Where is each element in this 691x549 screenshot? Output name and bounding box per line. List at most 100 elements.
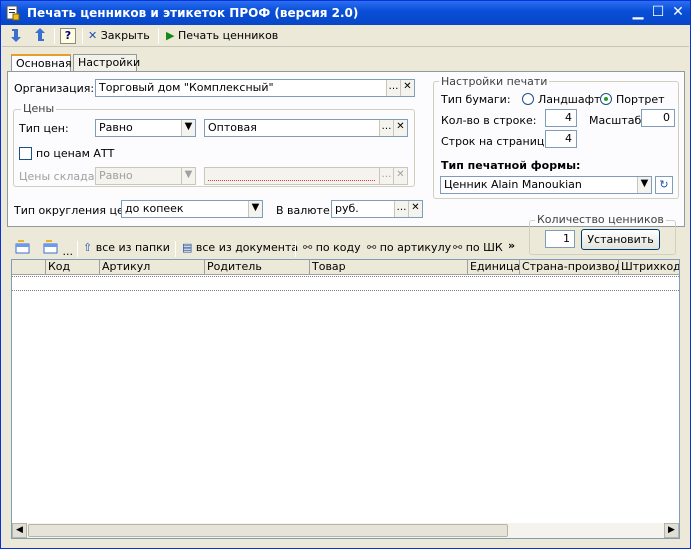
rounding-value: до копеек: [125, 202, 184, 215]
main-toolbar: ? ✕ Закрыть ▶ Печать ценников: [2, 25, 689, 47]
print-button[interactable]: ▶ Печать ценников: [166, 27, 278, 45]
table-icon: [43, 240, 58, 254]
chevron-down-icon[interactable]: ▼: [248, 201, 262, 217]
toolbar-separator: [54, 28, 55, 44]
binoculars-icon: ⚯: [453, 241, 463, 254]
close-button[interactable]: ✕ Закрыть: [88, 27, 150, 45]
table-row[interactable]: [12, 276, 679, 291]
find-by-article-label: по артикулу: [379, 241, 452, 254]
main-window: Печать ценников и этикеток ПРОФ (версия …: [0, 0, 691, 549]
chevron-down-icon[interactable]: ▼: [181, 168, 195, 184]
window-title: Печать ценников и этикеток ПРОФ (версия …: [27, 6, 359, 20]
print-label: Печать ценников: [177, 29, 279, 42]
chevron-down-icon[interactable]: ▼: [637, 177, 651, 193]
table-header: Код Артикул Родитель Товар Единица Стран…: [12, 260, 679, 275]
toolbar-separator: [77, 241, 78, 257]
column-header[interactable]: Штрихкод: [619, 260, 679, 275]
org-clear-icon[interactable]: ✕: [400, 80, 414, 96]
portrait-label: Портрет: [616, 93, 665, 106]
find-by-article-button[interactable]: ⚯ по артикулу: [367, 239, 451, 257]
all-from-folder-button[interactable]: ⇧ все из папки: [83, 239, 170, 257]
toolbar-separator: [158, 28, 159, 44]
close-icon: ✕: [88, 29, 98, 42]
app-icon: [6, 5, 20, 21]
column-header[interactable]: Страна-производ...: [520, 260, 619, 275]
scroll-right-icon[interactable]: ▶: [664, 523, 679, 538]
row-marker-column[interactable]: [12, 260, 46, 275]
set-quantity-button[interactable]: Установить: [581, 229, 660, 250]
landscape-radio[interactable]: [522, 93, 534, 105]
document-icon: ▤: [182, 241, 193, 254]
portrait-radio[interactable]: [600, 93, 612, 105]
warehouse-price-label: Цены склада:: [19, 170, 99, 183]
column-header[interactable]: Код: [46, 260, 100, 275]
close-window-button[interactable]: ✕: [669, 4, 687, 21]
rows-per-page-input[interactable]: 4: [545, 130, 577, 148]
arrow-down-icon[interactable]: [8, 27, 24, 45]
scale-input[interactable]: 0: [641, 109, 675, 127]
find-by-code-label: по коду: [315, 241, 361, 254]
prices-group-title: Цены: [21, 102, 57, 115]
print-settings-title: Настройки печати: [439, 75, 550, 88]
price-type-select-button[interactable]: …: [379, 120, 393, 136]
scale-label: Масштаб:: [589, 114, 645, 127]
column-header[interactable]: Единица: [468, 260, 520, 275]
print-form-label: Тип печатной формы:: [441, 159, 581, 172]
refresh-icon[interactable]: ↻: [655, 176, 673, 194]
overflow-chevron-icon[interactable]: »: [508, 237, 515, 255]
print-form-select[interactable]: Ценник Alain Manoukian ▼: [440, 176, 652, 194]
add-rows-button[interactable]: ...: [43, 239, 74, 258]
column-header[interactable]: Артикул: [100, 260, 205, 275]
currency-select-button[interactable]: …: [394, 201, 408, 217]
price-type-value: Равно: [99, 121, 133, 134]
rows-per-page-label: Строк на странице:: [441, 135, 555, 148]
per-row-input[interactable]: 4: [545, 109, 577, 127]
org-value: Торговый дом "Комплексный": [99, 81, 274, 94]
add-row-icon[interactable]: [15, 239, 31, 257]
tab-settings[interactable]: Настройки: [73, 54, 140, 72]
org-select-button[interactable]: …: [386, 80, 400, 96]
org-label: Организация:: [14, 82, 95, 95]
close-label: Закрыть: [100, 29, 150, 42]
price-type-ref-field[interactable]: Оптовая … ✕: [204, 119, 408, 137]
paper-type-label: Тип бумаги:: [441, 93, 511, 106]
warehouse-clear-icon[interactable]: ✕: [393, 168, 407, 184]
more-label: ...: [62, 245, 74, 258]
price-type-clear-icon[interactable]: ✕: [393, 120, 407, 136]
rounding-label: Тип округления цен:: [14, 204, 135, 217]
warehouse-price-ref-field[interactable]: … ✕: [204, 167, 408, 185]
arrow-up-icon[interactable]: [32, 27, 48, 45]
find-by-code-button[interactable]: ⚯ по коду: [303, 239, 361, 257]
all-from-document-button[interactable]: ▤ все из документа: [182, 239, 298, 257]
att-checkbox[interactable]: [19, 147, 32, 160]
landscape-label: Ландшафт: [538, 93, 601, 106]
quantity-input[interactable]: 1: [545, 230, 575, 248]
chevron-down-icon[interactable]: ▼: [181, 120, 195, 136]
price-type-select[interactable]: Равно ▼: [95, 119, 196, 137]
find-by-barcode-button[interactable]: ⚯ по ШК: [453, 239, 503, 257]
currency-value: руб.: [335, 202, 359, 215]
play-icon: ▶: [166, 29, 175, 42]
horizontal-scrollbar[interactable]: ◀ ▶: [12, 523, 679, 538]
currency-field[interactable]: руб. … ✕: [331, 200, 423, 218]
title-bar[interactable]: Печать ценников и этикеток ПРОФ (версия …: [1, 1, 690, 25]
price-type-ref-value: Оптовая: [208, 121, 257, 134]
scroll-thumb[interactable]: [28, 524, 508, 537]
warehouse-select-button[interactable]: …: [379, 168, 393, 184]
per-row-label: Кол-во в строке:: [441, 114, 537, 127]
rounding-select[interactable]: до копеек ▼: [121, 200, 263, 218]
minimize-button[interactable]: ▁: [629, 4, 647, 21]
column-header[interactable]: Товар: [310, 260, 468, 275]
column-header[interactable]: Родитель: [205, 260, 310, 275]
price-type-label: Тип цен:: [19, 122, 69, 135]
items-table[interactable]: Код Артикул Родитель Товар Единица Стран…: [11, 259, 680, 539]
toolbar-separator: [295, 241, 296, 257]
required-underline: [208, 180, 375, 181]
maximize-button[interactable]: ☐: [649, 4, 667, 21]
currency-clear-icon[interactable]: ✕: [408, 201, 422, 217]
scroll-left-icon[interactable]: ◀: [12, 523, 27, 538]
org-field[interactable]: Торговый дом "Комплексный" … ✕: [95, 79, 415, 97]
att-label: по ценам АТТ: [36, 147, 115, 160]
help-button[interactable]: ?: [60, 28, 76, 44]
warehouse-price-select[interactable]: Равно ▼: [95, 167, 196, 185]
